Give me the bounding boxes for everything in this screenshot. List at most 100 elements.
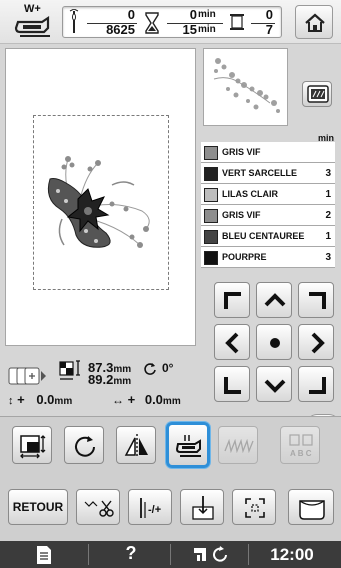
counter-panel: 0 8625 0 min 15 min 0 7 xyxy=(62,6,282,38)
presser-foot-height-button[interactable] xyxy=(166,422,210,468)
trial-button[interactable] xyxy=(232,489,276,525)
move-up-left-button[interactable] xyxy=(214,282,250,318)
main-panel: min 3 GRIS VIF VERT SARCELLE 3 LILAS CLA… xyxy=(0,44,341,436)
color-row[interactable]: POURPRE 3 xyxy=(201,247,335,268)
scissors-icon xyxy=(84,500,114,517)
resize-button[interactable] xyxy=(12,426,52,464)
color-name: VERT SARCELLE xyxy=(222,168,298,178)
move-down-right-button[interactable] xyxy=(298,366,334,402)
pocket-icon xyxy=(299,500,325,520)
density-icon xyxy=(224,439,254,453)
stitch-forward-back-button[interactable] xyxy=(180,489,224,525)
color-row[interactable]: BLEU CENTAUREE 1 xyxy=(201,226,335,247)
svg-text:A B C: A B C xyxy=(290,449,312,458)
color-row[interactable]: GRIS VIF 2 xyxy=(201,205,335,226)
rotate-button[interactable] xyxy=(64,426,104,464)
frame-display-button[interactable] xyxy=(302,81,332,107)
character-spacing-icon: A B C xyxy=(289,434,313,458)
move-left-button[interactable] xyxy=(214,324,250,360)
vertical-arrow-icon: ↕ xyxy=(8,395,14,407)
vertical-plus: + xyxy=(17,392,25,407)
arrow-down-icon xyxy=(264,379,286,393)
color-name: GRIS VIF xyxy=(222,147,261,157)
arrow-right-icon xyxy=(311,332,325,354)
home-button[interactable] xyxy=(295,5,333,39)
color-time: 3 xyxy=(325,168,331,179)
move-up-right-button[interactable] xyxy=(298,282,334,318)
vertical-offset-unit: mm xyxy=(54,396,73,407)
move-center-button[interactable] xyxy=(256,324,292,360)
move-down-button[interactable] xyxy=(256,366,292,402)
color-name: POURPRE xyxy=(222,252,267,262)
width-value-group: 89.2mm xyxy=(88,372,131,387)
time-elapsed-unit: min xyxy=(198,9,216,20)
horizontal-plus: + xyxy=(127,392,136,407)
color-row[interactable]: GRIS VIF xyxy=(201,142,335,163)
time-total-unit: min xyxy=(198,24,216,35)
vertical-offset-value: 0.0 xyxy=(36,392,55,407)
color-name: GRIS VIF xyxy=(222,210,261,220)
status-bar: ? 12:00 xyxy=(0,541,341,568)
home-icon xyxy=(305,13,325,32)
color-time: 1 xyxy=(325,189,331,200)
color-sequence-list[interactable]: GRIS VIF VERT SARCELLE 3 LILAS CLAIR 1 G… xyxy=(201,142,335,268)
trial-frame-icon xyxy=(245,498,265,518)
needle-position-icon xyxy=(192,496,214,520)
svg-text:-/+: -/+ xyxy=(148,504,161,516)
thumbnail-preview xyxy=(213,58,280,113)
mirror-button[interactable] xyxy=(116,426,156,464)
document-icon[interactable] xyxy=(36,545,52,565)
presser-foot-icon[interactable]: W+ xyxy=(14,3,54,40)
help-button[interactable]: ? xyxy=(116,543,146,564)
color-time: 1 xyxy=(325,231,331,242)
design-size-info: 87.3mm 0° 89.2mm ↕ + 0.0mm ↔ + 0.0mm xyxy=(8,359,208,419)
tension-button[interactable]: -/+ xyxy=(128,489,172,525)
move-down-left-button[interactable] xyxy=(214,366,250,402)
color-row[interactable]: LILAS CLAIR 1 xyxy=(201,184,335,205)
character-spacing-button[interactable]: A B C xyxy=(280,426,320,464)
width-unit: mm xyxy=(113,376,132,387)
layout-size-icon xyxy=(8,367,46,385)
position-navigation-pad xyxy=(214,282,334,402)
width-value: 89.2 xyxy=(88,372,114,387)
back-button-label: RETOUR xyxy=(12,500,64,514)
color-swatch xyxy=(204,230,218,244)
presser-label: W+ xyxy=(24,3,41,15)
needle-tension-icon: -/+ xyxy=(140,498,161,518)
color-row[interactable]: VERT SARCELLE 3 xyxy=(201,163,335,184)
move-up-button[interactable] xyxy=(256,282,292,318)
horizontal-arrow-icon: ↔ xyxy=(112,393,124,407)
bottom-button-row: RETOUR -/+ xyxy=(0,477,341,541)
resize-icon xyxy=(20,435,46,459)
status-divider xyxy=(88,544,89,565)
hoop-icon xyxy=(307,85,329,103)
embroidery-canvas[interactable] xyxy=(5,48,196,346)
color-swatch xyxy=(204,188,218,202)
back-button[interactable]: RETOUR xyxy=(8,489,68,525)
horizontal-offset-value: 0.0 xyxy=(144,392,163,407)
stitch-total: 8625 xyxy=(106,22,135,37)
horizontal-offset-unit: mm xyxy=(162,396,181,407)
angle-value: 0° xyxy=(162,361,174,375)
color-swatch xyxy=(204,167,218,181)
thread-spool-icon xyxy=(230,14,244,30)
time-total: 15 xyxy=(182,22,197,37)
color-swatch xyxy=(204,209,218,223)
clock-display: 12:00 xyxy=(270,545,314,564)
arrow-up-right-icon xyxy=(309,292,326,309)
arrow-up-left-icon xyxy=(224,292,241,309)
mirror-icon xyxy=(124,434,148,458)
density-button[interactable] xyxy=(218,426,258,464)
rotate-icon xyxy=(75,436,95,457)
color-swatch xyxy=(204,146,218,160)
thread-trim-button[interactable] xyxy=(76,489,120,525)
center-dot-icon xyxy=(270,338,280,348)
move-right-button[interactable] xyxy=(298,324,334,360)
color-total: 7 xyxy=(265,22,273,37)
status-divider xyxy=(248,544,249,565)
save-memory-button[interactable] xyxy=(288,489,334,525)
size-dimensions-icon xyxy=(59,360,80,380)
rotate-angle-icon xyxy=(144,363,156,375)
machine-status-icon[interactable] xyxy=(192,545,234,565)
top-bar: W+ 0 8625 0 min 15 min 0 7 xyxy=(0,0,341,44)
